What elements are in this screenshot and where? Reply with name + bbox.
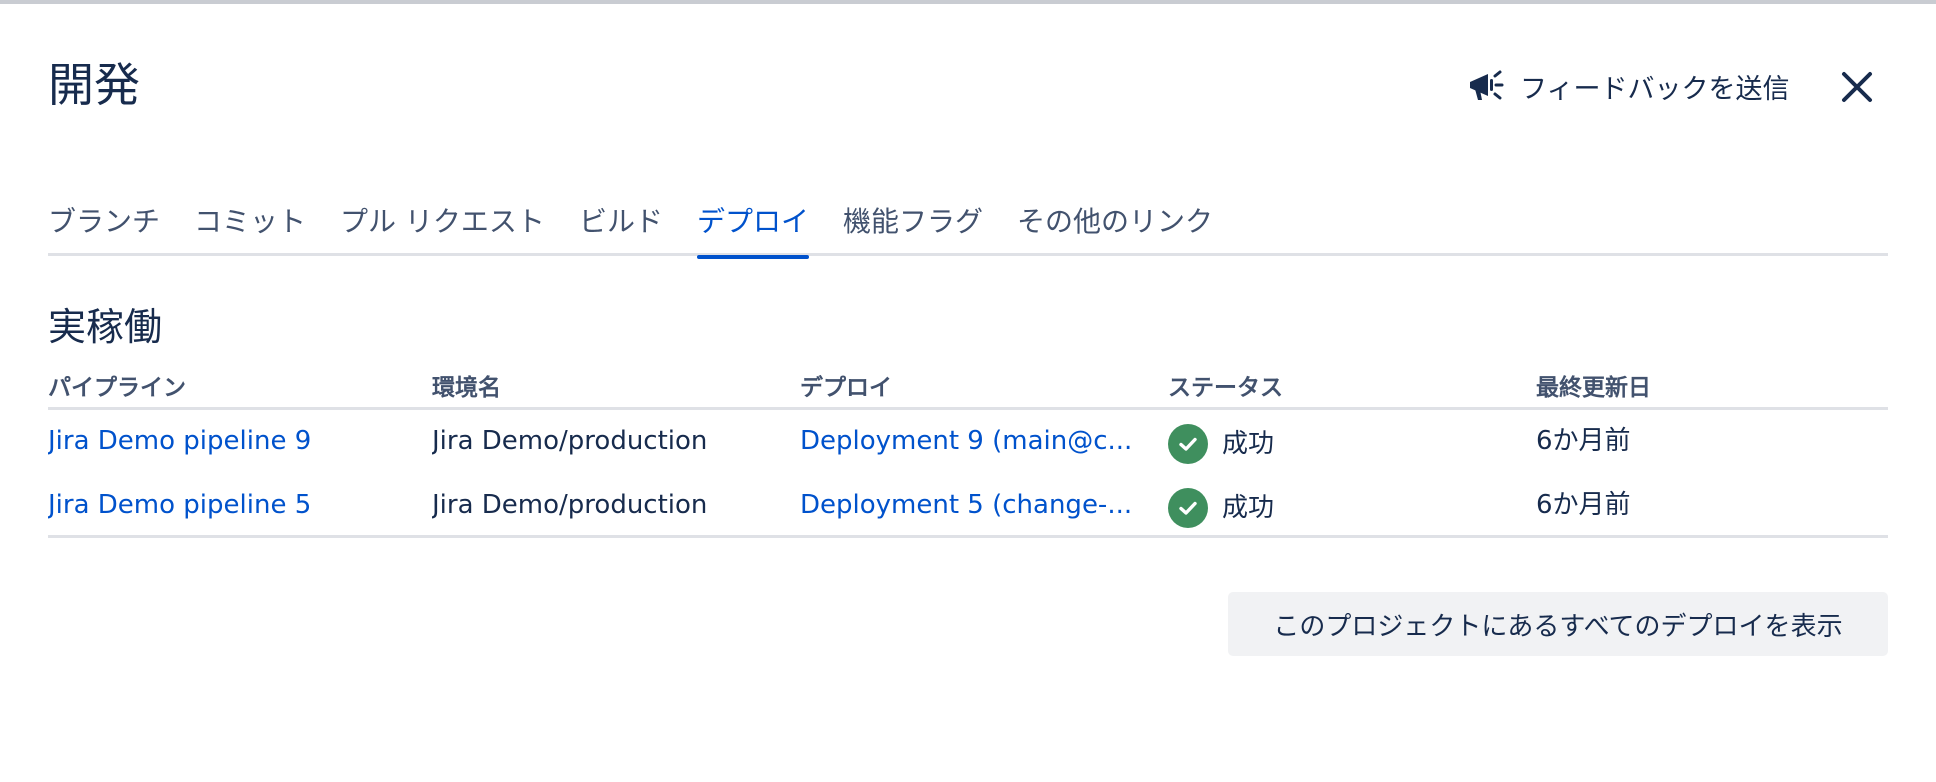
- environment-name: Jira Demo/production: [432, 426, 708, 456]
- section-title: 実稼働: [48, 305, 163, 349]
- status-cell: 成功: [1168, 488, 1518, 528]
- tab-pull-requests[interactable]: プル リクエスト: [340, 200, 545, 256]
- tab-builds[interactable]: ビルド: [579, 200, 663, 256]
- last-updated: 6か月前: [1536, 490, 1631, 520]
- deployment-link[interactable]: Deployment 9 (main@c...: [800, 424, 1180, 458]
- page-title: 開発: [48, 58, 140, 112]
- tab-commits[interactable]: コミット: [194, 200, 306, 256]
- feedback-label: フィードバックを送信: [1520, 73, 1790, 105]
- header-pipeline: パイプライン: [48, 375, 186, 401]
- environment-name: Jira Demo/production: [432, 490, 708, 520]
- tab-list: ブランチ コミット プル リクエスト ビルド デプロイ 機能フラグ その他のリン…: [48, 200, 1888, 259]
- pipeline-link[interactable]: Jira Demo pipeline 9: [48, 424, 418, 458]
- tab-branches[interactable]: ブランチ: [48, 200, 160, 256]
- header-environment: 環境名: [432, 375, 501, 401]
- header-deployment: デプロイ: [800, 375, 892, 401]
- tab-deployments[interactable]: デプロイ: [696, 200, 809, 259]
- tab-feature-flags[interactable]: 機能フラグ: [843, 200, 983, 256]
- feedback-button[interactable]: フィードバックを送信: [1466, 64, 1789, 108]
- tab-other-links[interactable]: その他のリンク: [1017, 200, 1213, 256]
- close-icon: [1840, 70, 1874, 108]
- table-row: Jira Demo pipeline 9 Jira Demo/productio…: [48, 410, 1888, 474]
- success-check-icon: [1168, 488, 1208, 528]
- header-last-updated: 最終更新日: [1536, 375, 1651, 401]
- view-all-deployments-button[interactable]: このプロジェクトにあるすべてのデプロイを表示: [1228, 592, 1888, 656]
- deployment-link[interactable]: Deployment 5 (change-...: [800, 488, 1180, 522]
- table-header: パイプライン 環境名 デプロイ ステータス 最終更新日: [48, 360, 1888, 410]
- last-updated: 6か月前: [1536, 426, 1631, 456]
- megaphone-icon: [1466, 66, 1506, 106]
- status-cell: 成功: [1168, 424, 1518, 464]
- success-check-icon: [1168, 424, 1208, 464]
- development-dialog: 開発 フィードバックを送信 ブランチ コミット プル リクエスト ビルド デプロ…: [0, 4, 1936, 782]
- deployments-table: パイプライン 環境名 デプロイ ステータス 最終更新日 Jira Demo pi…: [48, 360, 1888, 538]
- status-text: 成功: [1222, 493, 1275, 523]
- close-button[interactable]: [1832, 64, 1882, 114]
- status-text: 成功: [1222, 429, 1275, 459]
- table-row: Jira Demo pipeline 5 Jira Demo/productio…: [48, 474, 1888, 538]
- pipeline-link[interactable]: Jira Demo pipeline 5: [48, 488, 418, 522]
- header-status: ステータス: [1168, 375, 1283, 401]
